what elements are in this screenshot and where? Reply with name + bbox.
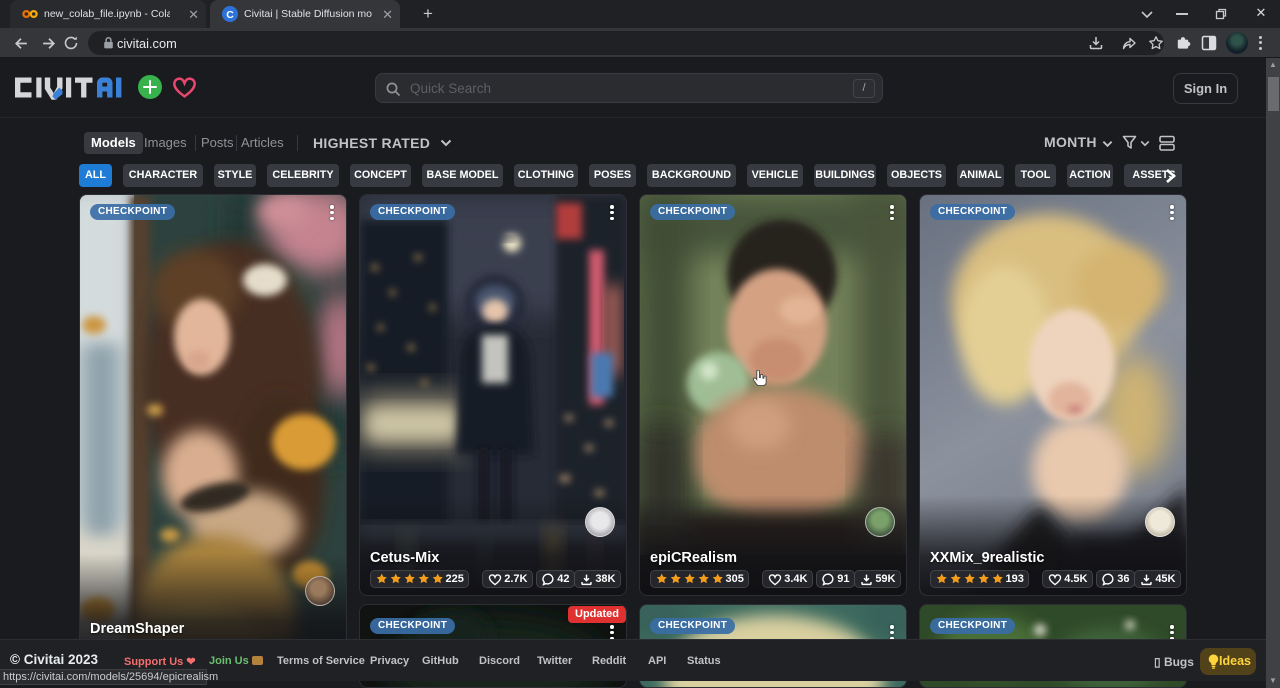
svg-text:C: C bbox=[226, 9, 234, 21]
